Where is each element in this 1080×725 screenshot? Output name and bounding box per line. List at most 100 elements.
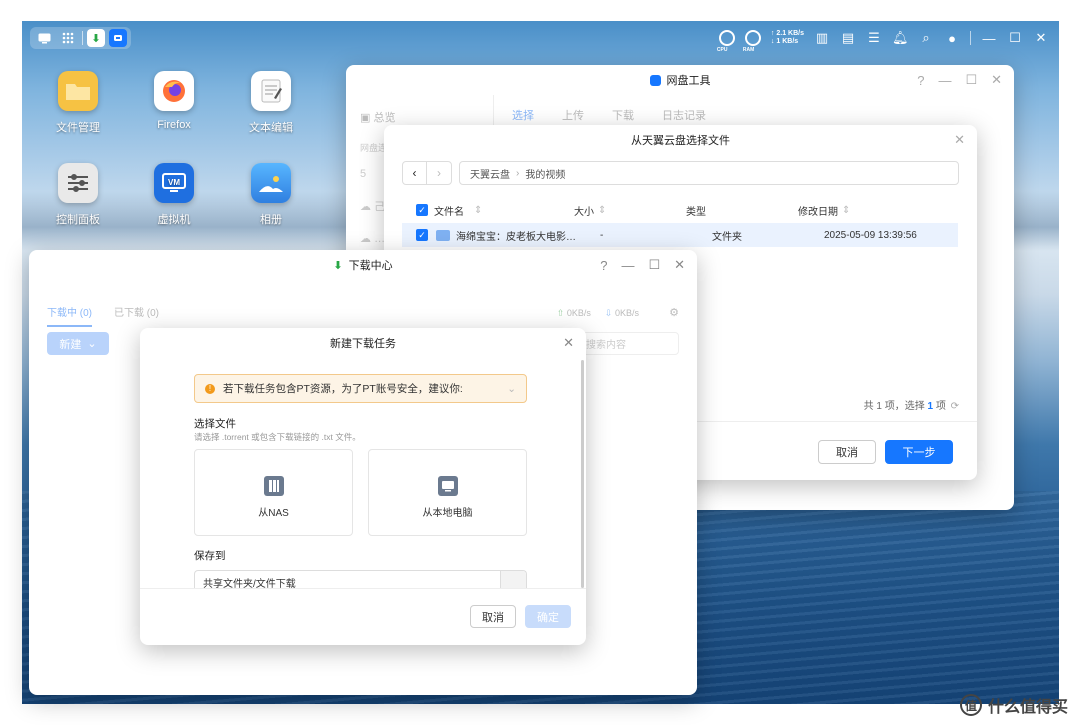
cloud-tool-app-icon[interactable] [109, 29, 127, 47]
maximize-icon[interactable]: ☐ [965, 72, 977, 88]
column-type[interactable]: 类型 [686, 203, 798, 218]
refresh-icon[interactable]: ⟳ [951, 401, 959, 412]
download-center-title: 下载中心 [348, 260, 393, 272]
row-name: 海绵宝宝：皮老板大电影… [456, 231, 576, 243]
minimize-icon[interactable]: — [938, 73, 951, 88]
photos-icon [251, 163, 291, 203]
next-button[interactable]: 下一步 [885, 440, 953, 464]
row-checkbox[interactable]: ✓ [416, 229, 428, 241]
save-to-value: 共享文件夹/文件下载 [203, 579, 296, 588]
desktop-icon-vm[interactable]: VM 虚拟机 [134, 163, 214, 227]
new-task-button[interactable]: 新建 ⌄ [47, 332, 109, 355]
sort-icon[interactable]: ⇕ [598, 205, 686, 216]
dialog-scrollbar[interactable] [581, 360, 584, 588]
sort-icon[interactable]: ⇕ [842, 205, 850, 216]
back-icon[interactable]: ‹ [403, 162, 427, 184]
close-icon[interactable]: ✕ [954, 132, 965, 148]
speed-indicators: ⇧ 0KB/s ⇩ 0KB/s [557, 308, 639, 319]
user-icon[interactable]: ● [944, 31, 960, 46]
search-icon[interactable]: ⌕ [918, 30, 934, 46]
table-header: ✓ 文件名 ⇕ 大小 ⇕ 类型 修改日期 ⇕ [402, 197, 958, 223]
upload-speed-value: 0KB/s [566, 308, 591, 318]
notes-icon[interactable]: ▤ [840, 30, 856, 46]
download-center-controls: ? — ☐ ✕ [600, 250, 685, 280]
settings-icon[interactable]: ⚙ [669, 306, 679, 319]
select-all-checkbox[interactable]: ✓ [416, 204, 428, 216]
sidebar-item-overview[interactable]: ▣ 总览 [360, 109, 479, 125]
cloud-tool-app-icon [649, 74, 661, 86]
breadcrumb-root[interactable]: 天翼云盘 [470, 166, 510, 181]
desktop-icon-file-manager[interactable]: 文件管理 [38, 71, 118, 135]
show-desktop-icon[interactable] [34, 29, 54, 47]
column-size[interactable]: 大小 [574, 203, 598, 218]
folder-picker-icon[interactable] [500, 571, 526, 588]
table-row[interactable]: ✓ 海绵宝宝：皮老板大电影… - 文件夹 2025-05-09 13:39:56 [402, 223, 958, 247]
close-icon[interactable]: ✕ [991, 72, 1002, 88]
desktop-icon-text-editor[interactable]: 文本编辑 [231, 71, 311, 135]
maximize-icon[interactable]: ☐ [1007, 30, 1023, 46]
upload-icon: ⇧ [556, 308, 565, 318]
desktop-icon-label: 相册 [260, 214, 282, 226]
file-picker-title: 从天翼云盘选择文件 [631, 135, 730, 147]
network-speed[interactable]: ↑ 2.1 KB/s ↓ 1 KB/s [771, 30, 804, 46]
sort-icon[interactable]: ⇕ [474, 205, 574, 216]
tab-downloading[interactable]: 下载中 (0) [47, 304, 92, 327]
selection-summary: 共 1 项，选择 1 项 ⟳ [864, 397, 959, 412]
breadcrumb-current[interactable]: 我的视频 [525, 166, 565, 181]
ram-gauge-icon[interactable]: RAM [743, 30, 761, 53]
from-local-card[interactable]: 从本地电脑 [368, 449, 527, 536]
task-list-icon[interactable]: ☰ [866, 30, 882, 46]
cancel-button[interactable]: 取消 [818, 440, 876, 464]
net-down: ↓ 1 KB/s [770, 38, 799, 45]
row-modified: 2025-05-09 13:39:56 [824, 229, 917, 241]
cpu-gauge-icon[interactable]: CPU [717, 30, 735, 53]
save-to-label: 保存到 [194, 550, 226, 562]
help-icon[interactable]: ? [600, 258, 607, 273]
forward-icon[interactable]: › [427, 162, 451, 184]
new-task-title: 新建下载任务 [330, 338, 396, 350]
row-size: - [600, 229, 604, 241]
tab-upload[interactable]: 上传 [562, 107, 584, 123]
close-icon[interactable]: ✕ [674, 257, 685, 273]
breadcrumb-separator-icon: › [516, 167, 520, 179]
help-icon[interactable]: ? [917, 73, 924, 88]
app-grid-icon[interactable] [58, 29, 78, 47]
breadcrumb: 天翼云盘 › 我的视频 [459, 161, 959, 185]
chevron-down-icon: ⌄ [87, 338, 97, 350]
close-icon[interactable]: ✕ [1033, 30, 1049, 46]
ram-label: RAM [742, 47, 755, 53]
bell-icon[interactable]: 🔔︎ [892, 30, 909, 46]
tab-select[interactable]: 选择 [512, 107, 534, 123]
download-tabs: 下载中 (0) 已下载 (0) [47, 304, 159, 327]
control-panel-icon [58, 163, 98, 203]
tab-downloaded[interactable]: 已下载 (0) [114, 304, 159, 327]
sidebar-item-label: 总览 [373, 112, 396, 124]
minimize-icon[interactable]: — [621, 258, 634, 273]
save-to-field[interactable]: 共享文件夹/文件下载 [194, 570, 527, 588]
desktop-icon-firefox[interactable]: Firefox [134, 71, 214, 131]
pt-warning-banner[interactable]: ! 若下载任务包含PT资源，为了PT账号安全，建议你: ⌄ [194, 374, 527, 403]
new-task-label: 新建 [59, 338, 82, 351]
download-arrow-icon: ⬇ [333, 259, 343, 272]
column-modified[interactable]: 修改日期 [798, 203, 842, 218]
net-up: ↑ 2.1 KB/s [770, 30, 804, 37]
download-app-icon[interactable]: ⬇ [87, 29, 105, 47]
confirm-button[interactable]: 确定 [525, 605, 571, 628]
vm-icon: VM [154, 163, 194, 203]
folder-icon [436, 229, 450, 241]
desktop-icon-control-panel[interactable]: 控制面板 [38, 163, 118, 227]
desktop-icon-photos[interactable]: 相册 [231, 163, 311, 227]
download-speed-value: 0KB/s [614, 308, 639, 318]
tab-logs[interactable]: 日志记录 [662, 107, 706, 123]
select-file-hint: 请选择 .torrent 或包含下载链接的 .txt 文件。 [194, 432, 361, 442]
from-nas-card[interactable]: 从NAS [194, 449, 353, 536]
summary-suffix: 项 [935, 401, 946, 412]
maximize-icon[interactable]: ☐ [648, 257, 660, 273]
minimize-icon[interactable]: — [981, 31, 997, 46]
tab-download[interactable]: 下载 [612, 107, 634, 123]
close-icon[interactable]: ✕ [563, 335, 574, 351]
storage-icon[interactable]: ▥ [814, 30, 830, 46]
search-input[interactable]: 搜索内容 [577, 332, 679, 355]
warning-icon: ! [205, 383, 215, 394]
cancel-button[interactable]: 取消 [470, 605, 516, 628]
